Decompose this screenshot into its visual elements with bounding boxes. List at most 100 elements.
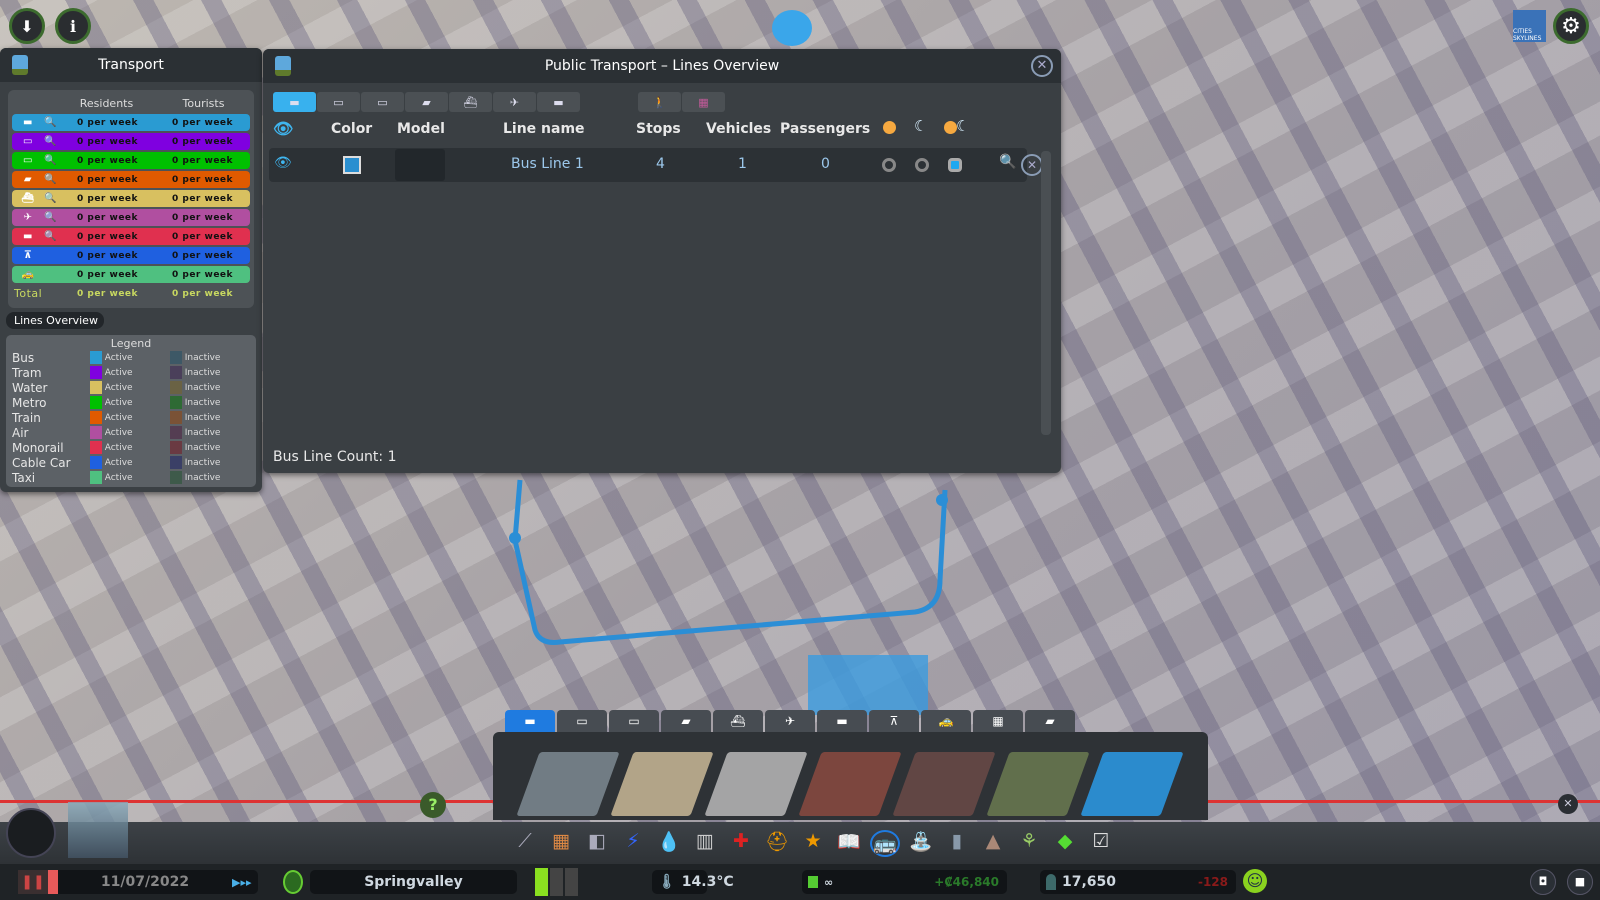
public-transport-icon[interactable]: 🚌 — [870, 830, 900, 857]
toolbar-tab-tour-bus-icon[interactable]: ▦ — [973, 710, 1023, 732]
toolbar-tab-ship-icon[interactable]: ⛴ — [713, 710, 763, 732]
ridership-row: ▭ 🔍 0 per week 0 per week — [12, 152, 250, 169]
toolbar-tab-plane-icon[interactable]: ✈ — [765, 710, 815, 732]
transport-panel: Transport Residents Tourists ▬ 🔍 0 per week… — [0, 48, 262, 492]
asset-bus-depot[interactable] — [516, 752, 620, 816]
education-icon[interactable]: 📖 — [834, 830, 864, 857]
search-icon[interactable]: 🔍 — [44, 155, 60, 166]
beautification-icon[interactable]: ⛲ — [906, 830, 936, 857]
transport-category-tabs: ▬ ▭ ▭ ▰ ⛴ ✈ ▬ ⊼ 🚕 ▦ ▰ — [505, 710, 1077, 732]
asset-panel — [493, 732, 1208, 820]
tab-metro-icon[interactable]: ▭ — [361, 92, 404, 112]
main-toolbar: ⟋ ▦ ◧ ⚡ 💧 ▥ ✚ ⛑ ★ 📖 🚌 ⛲ ▮ ▲ ⚘ ◆ ☑ — [0, 802, 1600, 864]
tab-monorail-icon[interactable]: ▬ — [537, 92, 580, 112]
disasters-icon[interactable]: ⚘ — [1014, 830, 1044, 857]
zoning-icon[interactable]: ▦ — [546, 830, 576, 857]
schedule-night-radio[interactable] — [915, 158, 929, 172]
legend-row: Water Active Inactive — [12, 380, 250, 395]
line-row[interactable]: 👁 Bus Line 1 4 1 0 🔍 ✕ — [269, 148, 1043, 182]
toolbar-tab-train-icon[interactable]: ▰ — [661, 710, 711, 732]
search-icon[interactable]: 🔍 — [44, 193, 60, 204]
fast-forward-icon[interactable]: ▶▸▸ — [232, 876, 258, 889]
tab-sightseeing-bus-icon[interactable]: ▦ — [682, 92, 725, 112]
search-icon[interactable]: 🔍 — [44, 174, 60, 185]
toolbar-tab-bus-icon[interactable]: ▬ — [505, 710, 555, 732]
zoom-globe-icon[interactable] — [6, 808, 56, 858]
visibility-toggle-eye-icon[interactable]: 👁 — [274, 155, 292, 171]
asset-road-bus-lanes[interactable] — [892, 752, 996, 816]
asset-bus-station[interactable] — [704, 752, 808, 816]
city-name[interactable]: Springvalley — [310, 870, 517, 894]
delete-line-icon[interactable]: ✕ — [1021, 154, 1043, 176]
toolbar-tab-metro-icon[interactable]: ▭ — [609, 710, 659, 732]
asset-road-trees-bus-taxi[interactable] — [986, 752, 1090, 816]
tab-train-icon[interactable]: ▰ — [405, 92, 448, 112]
free-camera-icon[interactable]: ■ — [1567, 869, 1593, 895]
search-icon[interactable]: 🔍 — [44, 136, 60, 147]
asset-bus-stop[interactable] — [1080, 752, 1184, 816]
ridership-table: Residents Tourists ▬ 🔍 0 per week 0 per week… — [8, 90, 254, 308]
help-button[interactable]: ? — [420, 792, 446, 818]
pause-button[interactable]: ❚❚ — [18, 870, 48, 894]
happy-icon[interactable]: ☺ — [1243, 869, 1267, 893]
toolbar-tab-intercity-bus-icon[interactable]: ▰ — [1025, 710, 1075, 732]
city-milestone-icon[interactable] — [68, 802, 128, 858]
water-icon[interactable]: 💧 — [654, 830, 684, 857]
bus-model-thumbnail[interactable] — [395, 149, 445, 181]
schedule-day-radio[interactable] — [882, 158, 896, 172]
tab-tram-icon[interactable]: ▭ — [317, 92, 360, 112]
info-icon[interactable]: ℹ — [55, 8, 91, 44]
photo-mode-icon[interactable]: ◘ — [1530, 869, 1556, 895]
cities-skylines-logo[interactable]: CITIES SKYLINES — [1513, 10, 1546, 42]
tab-walking-tour-icon[interactable]: 🚶 — [638, 92, 681, 112]
roads-icon[interactable]: ⟋ — [510, 830, 540, 857]
search-icon[interactable]: 🔍 — [44, 117, 60, 128]
close-button[interactable]: ✕ — [1031, 55, 1053, 77]
locate-line-search-icon[interactable]: 🔍 — [999, 154, 1016, 170]
search-icon[interactable]: 🔍 — [44, 231, 60, 242]
total-tourists: 0 per week — [171, 288, 234, 299]
tourists-value: 0 per week — [171, 193, 234, 204]
settings-gear-icon[interactable]: ⚙ — [1553, 8, 1589, 44]
line-color-swatch[interactable] — [343, 156, 361, 174]
line-name[interactable]: Bus Line 1 — [511, 156, 584, 172]
police-icon[interactable]: ★ — [798, 830, 828, 857]
unlock-icon[interactable]: ⬇ — [9, 8, 45, 44]
ridership-row: ▬ 🔍 0 per week 0 per week — [12, 114, 250, 131]
day-progress-bar — [48, 870, 58, 894]
garbage-icon[interactable]: ▥ — [690, 830, 720, 857]
scrollbar[interactable] — [1041, 151, 1051, 435]
total-residents: 0 per week — [76, 288, 139, 299]
economy-icon[interactable]: ☑ — [1086, 830, 1116, 857]
policies-icon[interactable]: ◆ — [1050, 830, 1080, 857]
landscaping-icon[interactable]: ▲ — [978, 830, 1008, 857]
lines-overview-button[interactable]: Lines Overview — [6, 312, 104, 329]
monuments-icon[interactable]: ▮ — [942, 830, 972, 857]
toolbar-tab-cable-car-icon[interactable]: ⊼ — [869, 710, 919, 732]
active-swatch — [89, 456, 102, 469]
residents-value: 0 per week — [76, 250, 139, 261]
close-toolbar-icon[interactable]: ✕ — [1558, 794, 1578, 814]
residents-value: 0 per week — [76, 269, 139, 280]
toolbar-tab-monorail-icon[interactable]: ▬ — [817, 710, 867, 732]
asset-road-bus-taxi-lanes[interactable] — [798, 752, 902, 816]
search-icon[interactable]: 🔍 — [44, 212, 60, 223]
tab-plane-icon[interactable]: ✈ — [493, 92, 536, 112]
electricity-icon[interactable]: ⚡ — [618, 830, 648, 857]
asset-bus-terminal[interactable] — [610, 752, 714, 816]
tab-bus-icon[interactable]: ▬ — [273, 92, 316, 112]
tab-ship-icon[interactable]: ⛴ — [449, 92, 492, 112]
toolbar-tab-taxi-icon[interactable]: 🚕 — [921, 710, 971, 732]
fire-icon[interactable]: ⛑ — [762, 830, 792, 857]
residents-value: 0 per week — [76, 212, 139, 223]
lines-overview-titlebar[interactable]: Public Transport – Lines Overview ✕ — [263, 49, 1061, 83]
ridership-row: ✈ 🔍 0 per week 0 per week — [12, 209, 250, 226]
healthcare-icon[interactable]: ✚ — [726, 830, 756, 857]
toolbar-tab-tram-icon[interactable]: ▭ — [557, 710, 607, 732]
status-bar: ❚❚ 11/07/2022 ▶▸▸ Springvalley 🌡 14.3°C ∞… — [0, 864, 1600, 900]
city-info-icon[interactable] — [283, 870, 303, 894]
schedule-day-and-night-radio[interactable] — [948, 158, 962, 172]
chirper-bird-icon[interactable] — [772, 10, 812, 46]
active-label: Active — [104, 352, 133, 363]
districts-icon[interactable]: ◧ — [582, 830, 612, 857]
